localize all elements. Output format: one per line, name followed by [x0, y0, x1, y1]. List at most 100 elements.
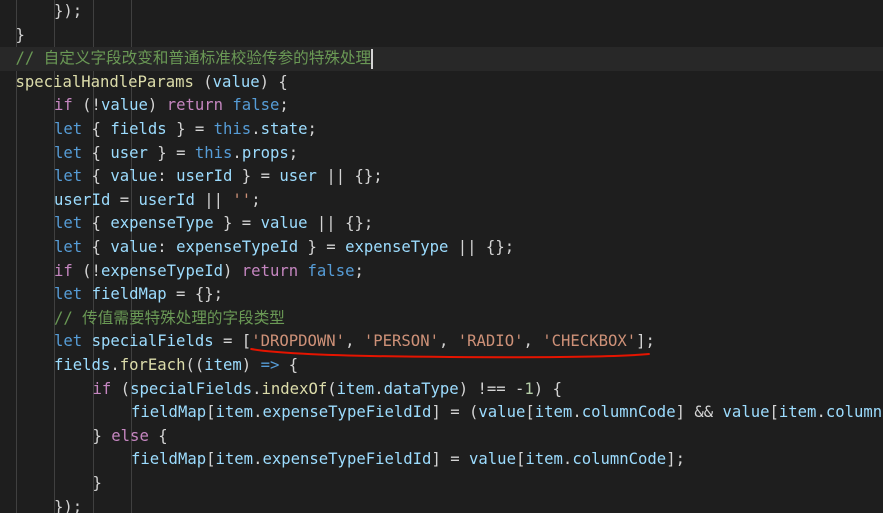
code-token: 'DROPDOWN'	[251, 332, 346, 351]
code-line-content: }	[16, 24, 25, 48]
code-token: columnCode	[572, 450, 667, 469]
code-token: 'RADIO'	[457, 332, 524, 351]
code-token: =	[110, 190, 139, 209]
code-token: )	[241, 356, 261, 374]
code-line-content: let { value: userId } = user || {};	[54, 165, 383, 189]
code-token: value	[478, 403, 526, 422]
code-line-content: if (!expenseTypeId) return false;	[54, 260, 364, 284]
code-token: let	[54, 285, 83, 304]
code-token: indexOf	[261, 379, 328, 398]
code-line-content: let fieldMap = {};	[54, 283, 223, 307]
code-line-content: fieldMap[item.expenseTypeFieldId] = valu…	[131, 448, 685, 472]
code-token: {	[82, 238, 111, 256]
code-token: value	[110, 167, 158, 186]
code-token: columnCode	[825, 403, 883, 422]
code-token: forEach	[119, 356, 186, 374]
code-token: } =	[298, 238, 346, 256]
code-token: else	[111, 426, 149, 445]
code-token: .	[572, 403, 582, 422]
code-token: if	[54, 261, 73, 280]
code-token: userId	[176, 167, 233, 186]
code-line-content: let specialFields = ['DROPDOWN', 'PERSON…	[54, 330, 655, 354]
code-token: = {};	[166, 285, 224, 304]
code-token: fieldMap	[91, 285, 167, 304]
code-token: });	[54, 2, 83, 20]
code-line-content: });	[54, 0, 82, 24]
code-line-content: let { fields } = this.state;	[54, 118, 317, 142]
code-token: false	[232, 96, 280, 115]
code-token: .	[816, 403, 826, 422]
code-token: ,	[523, 332, 543, 351]
code-token: return	[166, 96, 224, 115]
code-token: ) {	[259, 72, 288, 91]
code-token: ;	[288, 143, 299, 162]
code-token: ) !== -	[458, 379, 525, 398]
code-token: value	[722, 403, 770, 422]
code-token: if	[92, 379, 112, 398]
code-line-content: if (!value) return false;	[54, 94, 289, 118]
code-token: )	[223, 261, 242, 280]
code-token: specialFields	[130, 379, 253, 398]
code-token: 'CHECKBOX'	[542, 332, 637, 351]
code-token: ,	[345, 332, 364, 351]
code-token: item	[778, 403, 817, 422]
code-token: value	[469, 450, 516, 469]
code-token: columnCode	[581, 403, 676, 422]
code-token: ] =	[431, 450, 470, 469]
code-token: (	[111, 379, 131, 398]
code-token: specialHandleParams	[15, 72, 194, 91]
code-line-content: fields.forEach((item) => {	[54, 354, 298, 378]
code-token: fieldMap	[131, 403, 207, 422]
code-token: =>	[260, 356, 280, 374]
code-token: .	[562, 450, 573, 469]
code-token: userId	[54, 190, 111, 209]
code-token: });	[54, 497, 83, 513]
code-token: ) {	[533, 379, 562, 398]
code-token: expenseTypeId	[100, 261, 224, 280]
code-token: ];	[636, 332, 655, 351]
code-line-content: }	[93, 472, 102, 496]
code-token: } =	[166, 120, 214, 138]
code-token: {	[82, 167, 111, 186]
code-token: {	[279, 356, 299, 374]
code-token: item	[215, 403, 254, 422]
code-token: expenseTypeId	[176, 238, 299, 256]
code-line-content: let { value: expenseTypeId } = expenseTy…	[54, 236, 514, 260]
code-editor[interactable]: });} // 自定义字段改变和普通标准校验传参的特殊处理 specialHandl…	[0, 0, 883, 513]
code-token: value	[100, 96, 148, 115]
code-line-content: // 传值需要特殊处理的字段类型	[54, 307, 285, 331]
code-line[interactable]: // 自定义字段改变和普通标准校验传参的特殊处理	[0, 47, 883, 71]
code-token: [	[515, 450, 526, 469]
code-token: ((	[185, 356, 205, 374]
code-token: ;	[279, 96, 289, 115]
code-token: let	[54, 167, 83, 186]
code-token: ||	[194, 190, 233, 209]
code-token: item	[525, 450, 563, 469]
code-token: let	[54, 214, 83, 233]
code-token: this	[213, 120, 252, 138]
code-token: item	[204, 356, 242, 374]
code-token: (	[327, 379, 337, 398]
code-token: props	[241, 143, 289, 162]
code-token: {	[82, 120, 111, 138]
code-token: expenseType	[110, 214, 214, 233]
code-token: item	[215, 450, 254, 469]
code-token: :	[157, 238, 177, 256]
code-token: [	[206, 450, 216, 469]
code-token: ] = (	[431, 403, 479, 422]
code-token: || {};	[316, 167, 383, 186]
code-token: fields	[54, 356, 111, 374]
code-token: state	[260, 120, 308, 138]
code-token: } =	[147, 143, 195, 162]
code-token: this	[194, 143, 233, 162]
code-token: // 传值需要特殊处理的字段类型	[54, 308, 285, 327]
code-line-content: specialHandleParams (value) {	[16, 71, 288, 95]
code-line-content: fieldMap[item.expenseTypeFieldId] = (val…	[131, 401, 883, 425]
code-token: {	[148, 426, 168, 445]
code-token: (!	[72, 96, 101, 115]
code-token: expenseType	[345, 238, 449, 256]
